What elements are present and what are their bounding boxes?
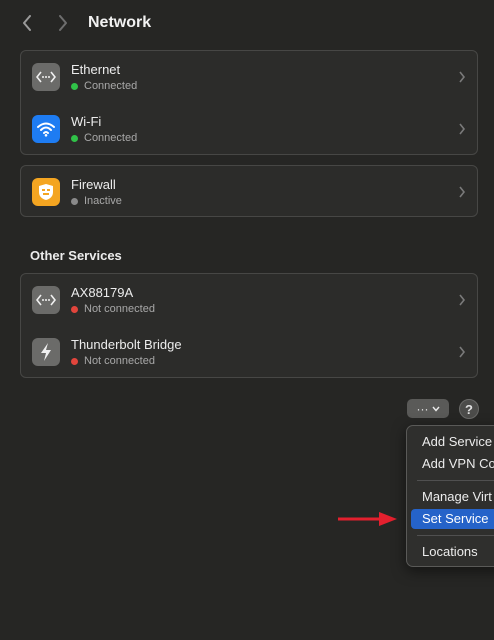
firewall-icon <box>32 178 60 206</box>
arrow-annotation-icon <box>338 512 397 526</box>
status-text: Inactive <box>84 195 122 207</box>
menu-separator <box>417 480 494 481</box>
chevron-right-icon <box>459 71 466 83</box>
forward-button[interactable] <box>54 12 72 34</box>
status-dot <box>71 305 78 313</box>
status-text: Connected <box>84 80 138 92</box>
chevron-right-icon <box>459 294 466 306</box>
help-button[interactable]: ? <box>459 399 479 419</box>
service-row-ax88179a[interactable]: AX88179A Not connected <box>21 274 477 326</box>
menu-item-add-vpn-configuration[interactable]: Add VPN Co <box>411 454 494 474</box>
service-row-firewall[interactable]: Firewall Inactive <box>21 166 477 218</box>
service-name: Wi-Fi <box>71 114 102 129</box>
status-dot <box>71 197 78 205</box>
menu-item-add-service[interactable]: Add Service <box>411 432 494 452</box>
chevron-right-icon <box>459 123 466 135</box>
service-name: AX88179A <box>71 285 134 300</box>
status-dot <box>71 82 78 90</box>
chevron-right-icon <box>459 186 466 198</box>
service-name: Thunderbolt Bridge <box>71 337 182 352</box>
other-services-card: AX88179A Not connected Thunderbolt Bridg… <box>20 273 478 378</box>
service-row-wifi[interactable]: Wi-Fi Connected <box>21 103 477 155</box>
service-status: Inactive <box>71 195 122 207</box>
firewall-card: Firewall Inactive <box>20 165 478 217</box>
menu-item-locations[interactable]: Locations <box>411 542 494 562</box>
chevron-down-icon <box>431 406 440 412</box>
status-dot <box>71 357 78 365</box>
section-title-other-services: Other Services <box>30 248 122 263</box>
service-row-thunderbolt-bridge[interactable]: Thunderbolt Bridge Not connected <box>21 326 477 378</box>
status-text: Not connected <box>84 303 155 315</box>
service-status: Connected <box>71 132 137 144</box>
status-dot <box>71 134 78 142</box>
chevron-right-icon <box>459 346 466 358</box>
more-actions-menu: Add Service Add VPN Co Manage Virt Set S… <box>406 425 494 567</box>
menu-item-set-service-order[interactable]: Set Service <box>411 509 494 529</box>
ethernet-icon <box>32 63 60 91</box>
services-card: Ethernet Connected Wi-Fi Connected <box>20 50 478 155</box>
chevron-left-icon <box>23 15 31 31</box>
service-row-ethernet[interactable]: Ethernet Connected <box>21 51 477 103</box>
status-text: Connected <box>84 132 138 144</box>
page-title: Network <box>88 14 152 31</box>
service-status: Connected <box>71 80 137 92</box>
service-status: Not connected <box>71 355 155 367</box>
ellipsis-icon: ··· <box>416 401 429 416</box>
menu-item-manage-virtual-interfaces[interactable]: Manage Virt <box>411 487 494 507</box>
service-name: Ethernet <box>71 62 121 77</box>
status-text: Not connected <box>84 355 155 367</box>
service-name: Firewall <box>71 177 116 192</box>
chevron-right-icon <box>59 15 67 31</box>
more-actions-button[interactable]: ··· <box>407 399 449 418</box>
thunderbolt-icon <box>32 338 60 366</box>
ethernet-icon <box>32 286 60 314</box>
back-button[interactable] <box>18 12 36 34</box>
menu-separator <box>417 535 494 536</box>
service-status: Not connected <box>71 303 155 315</box>
wifi-icon <box>32 115 60 143</box>
